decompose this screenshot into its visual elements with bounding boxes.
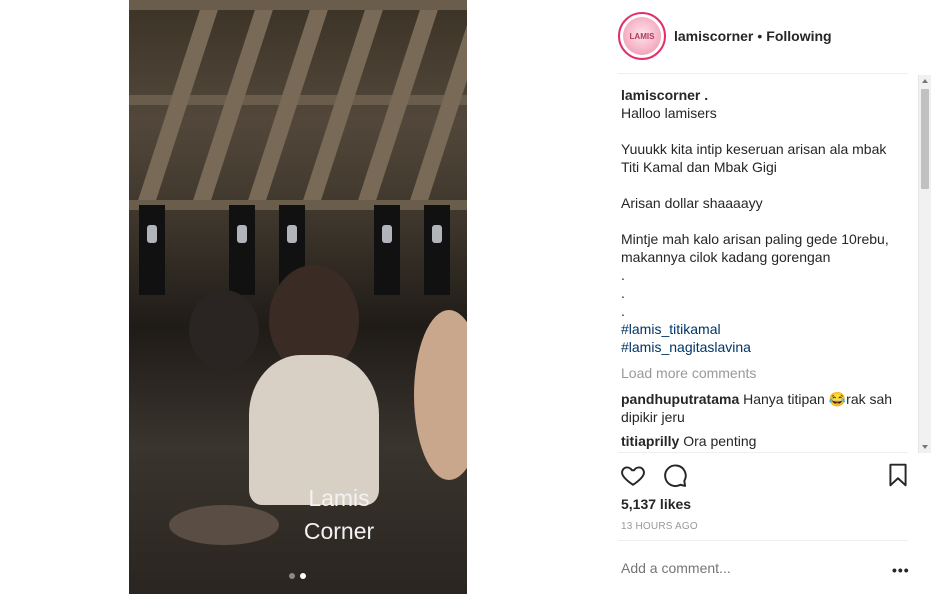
comment-item: pandhuputratama Hanya titipan 😂rak sah d… bbox=[621, 390, 917, 426]
avatar[interactable]: LAMIS bbox=[618, 12, 666, 60]
add-comment-input[interactable] bbox=[621, 560, 851, 576]
caption-line: . bbox=[621, 285, 625, 301]
comment-username[interactable]: titiaprilly bbox=[621, 433, 679, 449]
post-header: LAMIS lamiscorner • Following bbox=[618, 11, 908, 61]
caption-line bbox=[621, 176, 917, 194]
video-watermark: Lamis Corner bbox=[299, 482, 379, 548]
caption-line: Arisan dollar shaaaayy bbox=[621, 195, 763, 211]
separator-dot: • bbox=[757, 28, 763, 44]
bookmark-icon[interactable] bbox=[885, 462, 911, 488]
window-decor bbox=[374, 205, 400, 295]
caption-line: Halloo lamisers bbox=[621, 105, 717, 121]
caption-line: Mintje mah kalo arisan paling gede 10reb… bbox=[621, 231, 889, 247]
caption-line bbox=[621, 122, 917, 140]
username-link[interactable]: lamiscorner bbox=[674, 28, 753, 44]
carousel-dot[interactable] bbox=[289, 573, 295, 579]
comment-bubble-icon[interactable] bbox=[662, 462, 688, 488]
instagram-post-page: Lamis Corner LAMIS lamiscorner • Followi… bbox=[0, 0, 931, 594]
scroll-down-arrow-icon[interactable] bbox=[922, 445, 928, 449]
divider bbox=[618, 540, 908, 541]
hashtag-link[interactable]: #lamis_titikamal bbox=[621, 320, 917, 338]
comments-scrollbar[interactable] bbox=[918, 75, 931, 453]
load-more-comments-link[interactable]: Load more comments bbox=[621, 364, 917, 382]
carousel-dot-active[interactable] bbox=[300, 573, 306, 579]
more-options-icon[interactable]: ••• bbox=[892, 562, 910, 578]
likes-count[interactable]: 5,137 likes bbox=[621, 496, 691, 512]
caption-line: makannya cilok kadang gorengan bbox=[621, 249, 831, 265]
caption-line: Yuuukk kita intip keseruan arisan ala mb… bbox=[621, 141, 887, 157]
carousel-indicator bbox=[289, 573, 306, 579]
caption-line bbox=[621, 212, 917, 230]
following-button[interactable]: Following bbox=[766, 28, 831, 44]
caption-author[interactable]: lamiscorner . bbox=[621, 86, 917, 104]
scroll-up-arrow-icon[interactable] bbox=[922, 79, 928, 83]
divider bbox=[618, 452, 908, 453]
divider bbox=[618, 73, 908, 74]
heart-icon[interactable] bbox=[620, 462, 646, 488]
post-timestamp[interactable]: 13 HOURS AGO bbox=[621, 521, 698, 532]
window-decor bbox=[424, 205, 450, 295]
table-plate bbox=[169, 505, 279, 545]
avatar-logo: LAMIS bbox=[623, 17, 661, 55]
comments-section[interactable]: lamiscorner . Halloo lamisers Yuuukk kit… bbox=[621, 86, 917, 452]
comment-username[interactable]: pandhuputratama bbox=[621, 391, 739, 407]
scrollbar-thumb[interactable] bbox=[921, 89, 929, 189]
hashtag-link[interactable]: #lamis_nagitaslavina bbox=[621, 338, 917, 356]
shelf-decor bbox=[129, 0, 467, 10]
comment-item: titiaprilly Ora penting bbox=[621, 432, 917, 450]
post-media-video[interactable]: Lamis Corner bbox=[129, 0, 467, 594]
person-silhouette bbox=[189, 290, 259, 370]
window-decor bbox=[139, 205, 165, 295]
caption-line: . bbox=[621, 303, 625, 319]
watermark-line: Corner bbox=[303, 518, 375, 544]
caption-line: . bbox=[621, 267, 625, 283]
comment-text: Ora penting bbox=[683, 433, 757, 449]
person-silhouette bbox=[414, 310, 467, 480]
caption-line: Titi Kamal dan Mbak Gigi bbox=[621, 159, 777, 175]
post-actions-bar bbox=[620, 462, 910, 488]
window-decor bbox=[229, 205, 255, 295]
watermark-line: Lamis bbox=[308, 485, 370, 511]
